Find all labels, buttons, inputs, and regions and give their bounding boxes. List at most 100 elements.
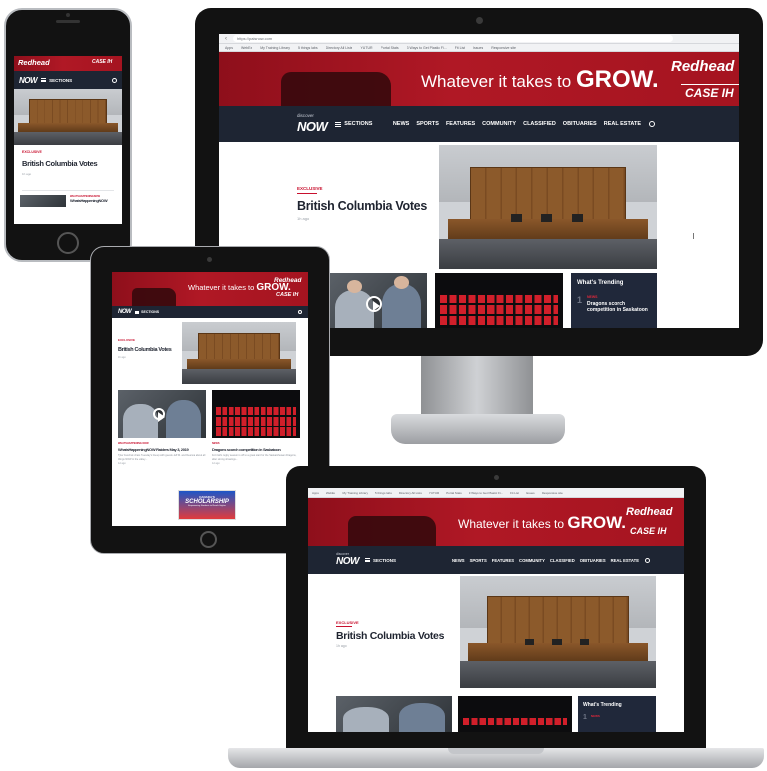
nav-real-estate[interactable]: REAL ESTATE (604, 121, 641, 127)
card-title[interactable]: Dragons scorch competition in Saskatoon (212, 447, 300, 452)
hero-kicker[interactable]: EXCLUSIVE (22, 150, 114, 154)
menu-icon[interactable] (135, 310, 140, 314)
hero-photo[interactable] (460, 576, 656, 688)
teaser-title[interactable]: WhatsHappeningNOW (70, 198, 108, 203)
trending-headline[interactable]: Dragons scorch competition in Saskatoon (587, 301, 651, 313)
hero-headline[interactable]: British Columbia Votes (118, 347, 172, 353)
bookmark-item[interactable]: Responsive site (542, 491, 563, 495)
bookmark-item[interactable]: 5 things labs (375, 491, 392, 495)
bookmark-item[interactable]: Issues (526, 491, 535, 495)
bookmark-item[interactable]: WebEx (326, 491, 336, 495)
bookmark-item[interactable]: Issues (473, 46, 483, 50)
bookmark-item[interactable]: 3 Ways to Get Plastic Fi... (469, 491, 503, 495)
sections-button[interactable]: SECTIONS (49, 78, 72, 83)
search-icon[interactable] (112, 77, 117, 83)
search-icon[interactable] (649, 121, 655, 127)
browser-address-bar: ‹ https://paisnow.com (219, 34, 739, 44)
bookmark-item[interactable]: My Training Library (342, 491, 368, 495)
ad-banner[interactable]: Redhead CASE IH (14, 56, 122, 71)
main-nav: NEWS SPORTS FEATURES COMMUNITY CLASSIFIE… (393, 121, 641, 127)
site-logo[interactable]: NOW (118, 309, 132, 315)
sections-button[interactable]: SECTIONS (373, 558, 396, 563)
nav-classified[interactable]: CLASSIFIED (550, 558, 575, 563)
kicker-underline (297, 193, 317, 194)
bookmark-item[interactable]: Directory All Lists (399, 491, 422, 495)
nav-community[interactable]: COMMUNITY (482, 121, 516, 127)
video-thumbnail[interactable] (20, 195, 66, 207)
nav-news[interactable]: NEWS (452, 558, 465, 563)
card-title[interactable]: WhatsHappeningNOW Raiders May 3, 2019 (118, 447, 206, 452)
hero-photo[interactable] (14, 89, 122, 145)
trending-title: What's Trending (583, 702, 622, 708)
play-icon[interactable] (366, 296, 383, 313)
menu-icon[interactable] (41, 78, 47, 82)
bookmark-item[interactable]: WebEx (241, 46, 252, 50)
bookmark-item[interactable]: Apps (312, 491, 319, 495)
laptop-camera (494, 475, 499, 480)
bookmark-item[interactable]: Portal Stats (446, 491, 462, 495)
hero-headline[interactable]: British Columbia Votes (336, 630, 444, 642)
hero-headline[interactable]: British Columbia Votes (297, 199, 427, 213)
play-icon[interactable] (153, 408, 166, 423)
nav-sports[interactable]: SPORTS (416, 121, 439, 127)
hero-meta: 1h ago (22, 172, 32, 176)
nav-classified[interactable]: CLASSIFIED (523, 121, 556, 127)
bookmark-item[interactable]: Portal Stats (381, 46, 399, 50)
nav-news[interactable]: NEWS (393, 121, 410, 127)
bookmark-item[interactable]: Fit List (455, 46, 465, 50)
site-logo[interactable]: discover NOW (297, 114, 328, 134)
hero-kicker[interactable]: EXCLUSIVE (297, 186, 323, 191)
ad-banner[interactable]: Whatever it takes to GROW. Redhead CASE … (219, 52, 739, 106)
trending-title: What's Trending (577, 280, 624, 286)
bookmark-item[interactable]: 3 Ways to Get Plastic Fi... (407, 46, 447, 50)
search-icon[interactable] (645, 557, 650, 563)
trending-kicker: NEWS (590, 714, 600, 718)
site-logo[interactable]: discover NOW (336, 552, 359, 567)
ad-banner[interactable]: Whatever it takes to GROW. Redhead CASE … (308, 498, 684, 546)
url-field[interactable]: https://paisnow.com (233, 35, 673, 42)
hero-kicker[interactable]: EXCLUSIVE (336, 620, 359, 625)
tractor-graphic (348, 516, 436, 546)
nav-sports[interactable]: SPORTS (470, 558, 487, 563)
bookmark-item[interactable]: Fit List (510, 491, 519, 495)
team-photo[interactable] (458, 696, 572, 732)
redhead-logo: Redhead (626, 506, 673, 518)
search-icon[interactable] (298, 310, 302, 314)
nav-community[interactable]: COMMUNITY (519, 558, 545, 563)
menu-icon[interactable] (364, 558, 370, 562)
trending-panel: What's Trending 1 NEWS Dragons scorch co… (571, 273, 657, 328)
back-icon[interactable]: ‹ (225, 36, 227, 42)
bookmark-item[interactable]: My Training Library (260, 46, 290, 50)
hero-kicker[interactable]: EXCLUSIVE (118, 338, 135, 342)
home-button[interactable] (200, 531, 217, 548)
nav-obituaries[interactable]: OBITUARIES (563, 121, 597, 127)
hero-photo[interactable] (439, 145, 657, 269)
video-thumbnail[interactable] (118, 390, 206, 438)
sections-button[interactable]: SECTIONS (344, 121, 372, 127)
team-photo[interactable] (435, 273, 563, 328)
home-button[interactable] (57, 232, 79, 254)
bookmark-item[interactable]: 5 things labs (298, 46, 318, 50)
ad-banner[interactable]: Whatever it takes to GROW. Redhead CASE … (112, 272, 308, 306)
nav-features[interactable]: FEATURES (446, 121, 475, 127)
laptop-screen: Apps WebEx My Training Library 5 things … (308, 488, 684, 732)
card-text: Tyler Feschuk chats Tuesday's lineup wit… (118, 454, 206, 461)
hero-photo[interactable] (182, 322, 296, 384)
video-thumbnail[interactable] (329, 273, 427, 328)
menu-icon[interactable] (335, 121, 342, 127)
bookmark-item[interactable]: Apps (225, 46, 233, 50)
nav-obituaries[interactable]: OBITUARIES (580, 558, 606, 563)
bookmark-item[interactable]: Responsive site (491, 46, 516, 50)
nav-real-estate[interactable]: REAL ESTATE (611, 558, 639, 563)
video-thumbnail[interactable] (336, 696, 452, 732)
hero-headline[interactable]: British Columbia Votes (22, 159, 114, 168)
bookmark-item[interactable]: Directory All Lists (326, 46, 353, 50)
team-photo[interactable] (212, 390, 300, 438)
nav-features[interactable]: FEATURES (492, 558, 514, 563)
site-logo[interactable]: NOW (19, 76, 38, 85)
sections-button[interactable]: SECTIONS (141, 310, 159, 314)
cursor-icon (693, 233, 696, 239)
phone-camera (66, 13, 70, 17)
bookmark-item[interactable]: YUTUR (360, 46, 372, 50)
bookmark-item[interactable]: YUTUR (429, 491, 439, 495)
